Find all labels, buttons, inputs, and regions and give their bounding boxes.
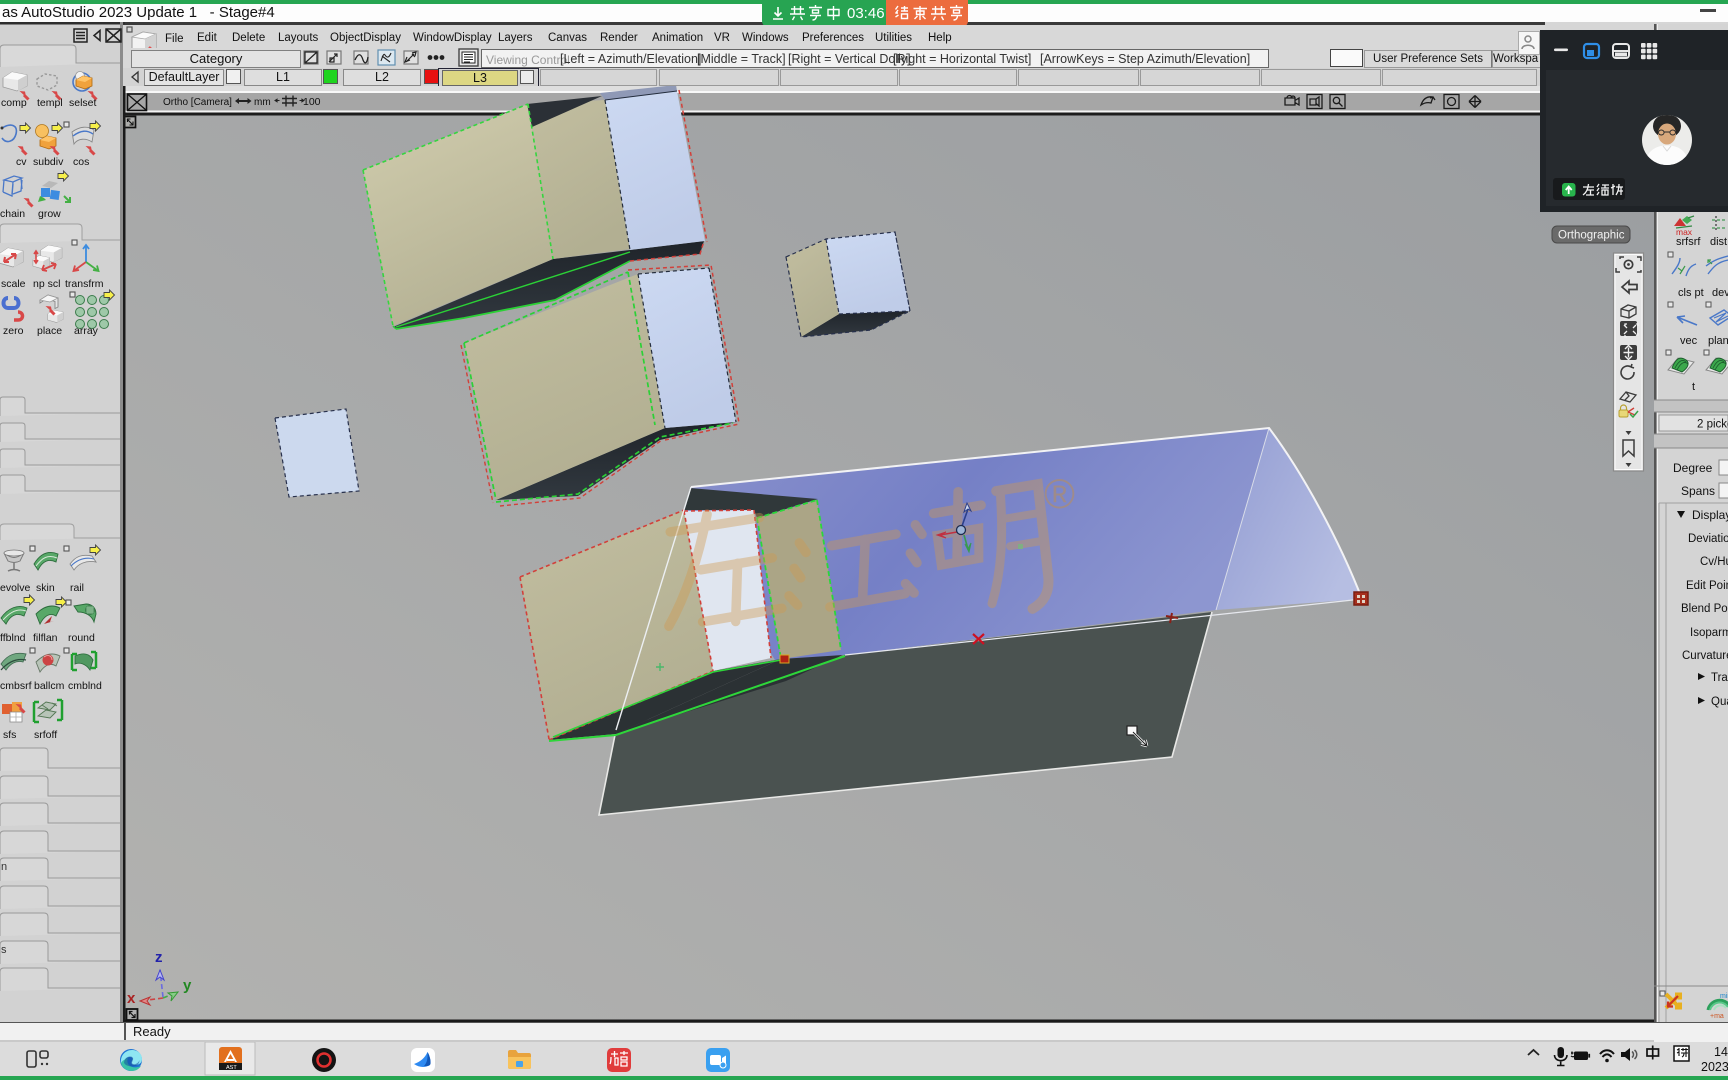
svg-text:ballcm: ballcm xyxy=(34,680,65,692)
svg-text:filflan: filflan xyxy=(33,632,58,644)
svg-text:Deviatio: Deviatio xyxy=(1688,533,1728,545)
svg-text:Ortho [Camera]: Ortho [Camera] xyxy=(163,97,232,108)
svg-text:rail: rail xyxy=(70,582,84,594)
svg-text:chain: chain xyxy=(0,208,25,220)
svg-text:cv: cv xyxy=(16,156,27,168)
svg-text:100: 100 xyxy=(303,96,321,108)
svg-text:Blend Point: Blend Point xyxy=(1681,603,1728,615)
svg-text:cmblnd: cmblnd xyxy=(68,680,102,692)
svg-text:vec: vec xyxy=(1680,335,1698,347)
svg-text:cmbsrf: cmbsrf xyxy=(0,680,32,692)
svg-text:t: t xyxy=(1692,381,1695,393)
svg-text:array: array xyxy=(74,325,99,337)
svg-text:Orthographic: Orthographic xyxy=(1558,230,1625,242)
svg-text:2023/: 2023/ xyxy=(1701,1060,1728,1074)
svg-text:round: round xyxy=(68,632,95,644)
svg-text:s: s xyxy=(1,944,7,956)
svg-text:AST: AST xyxy=(226,1065,237,1071)
svg-text:np scl: np scl xyxy=(33,278,60,290)
svg-text:comp: comp xyxy=(1,97,27,109)
svg-text:srfsrf: srfsrf xyxy=(1676,236,1701,248)
svg-text:dist: dist xyxy=(1710,236,1727,248)
svg-text:sfs: sfs xyxy=(3,729,16,741)
svg-text:evolve: evolve xyxy=(0,582,31,594)
svg-text:selset: selset xyxy=(69,97,97,109)
svg-text:grow: grow xyxy=(38,208,61,220)
svg-text:2 picke: 2 picke xyxy=(1697,419,1728,431)
svg-text:cos: cos xyxy=(73,156,89,168)
svg-text:Cv/Hu: Cv/Hu xyxy=(1700,556,1728,568)
svg-text:®: ® xyxy=(1044,470,1075,517)
svg-text:scale: scale xyxy=(1,278,26,290)
svg-text:plan: plan xyxy=(1708,335,1728,347)
svg-text:transfrm: transfrm xyxy=(65,278,104,290)
svg-text:+ma: +ma xyxy=(1710,1013,1724,1020)
svg-text:Tra: Tra xyxy=(1711,672,1728,684)
svg-text:Edit Point: Edit Point xyxy=(1686,580,1728,592)
svg-text:Degree: Degree xyxy=(1673,461,1713,475)
svg-text:ffblnd: ffblnd xyxy=(0,632,26,644)
svg-text:x: x xyxy=(127,990,136,1007)
svg-text:subdiv: subdiv xyxy=(33,156,64,168)
svg-text:Display: Display xyxy=(1692,508,1728,522)
svg-text:Spans: Spans xyxy=(1681,484,1715,498)
svg-text:dev: dev xyxy=(1712,287,1728,299)
svg-text:templ: templ xyxy=(37,97,63,109)
svg-text:Qua: Qua xyxy=(1711,696,1728,708)
svg-text:z: z xyxy=(155,949,163,966)
svg-text:mm: mm xyxy=(254,97,271,108)
svg-text:y: y xyxy=(183,977,192,994)
svg-text:srfoff: srfoff xyxy=(34,729,57,741)
svg-text:cls pt: cls pt xyxy=(1678,287,1704,299)
svg-text:place: place xyxy=(37,325,62,337)
svg-text:skin: skin xyxy=(36,582,55,594)
svg-text:14:2: 14:2 xyxy=(1714,1045,1728,1059)
svg-text:zero: zero xyxy=(3,325,24,337)
svg-text:Isoparm: Isoparm xyxy=(1690,627,1728,639)
svg-text:n: n xyxy=(1,861,7,873)
svg-text:Curvature: Curvature xyxy=(1682,650,1728,662)
